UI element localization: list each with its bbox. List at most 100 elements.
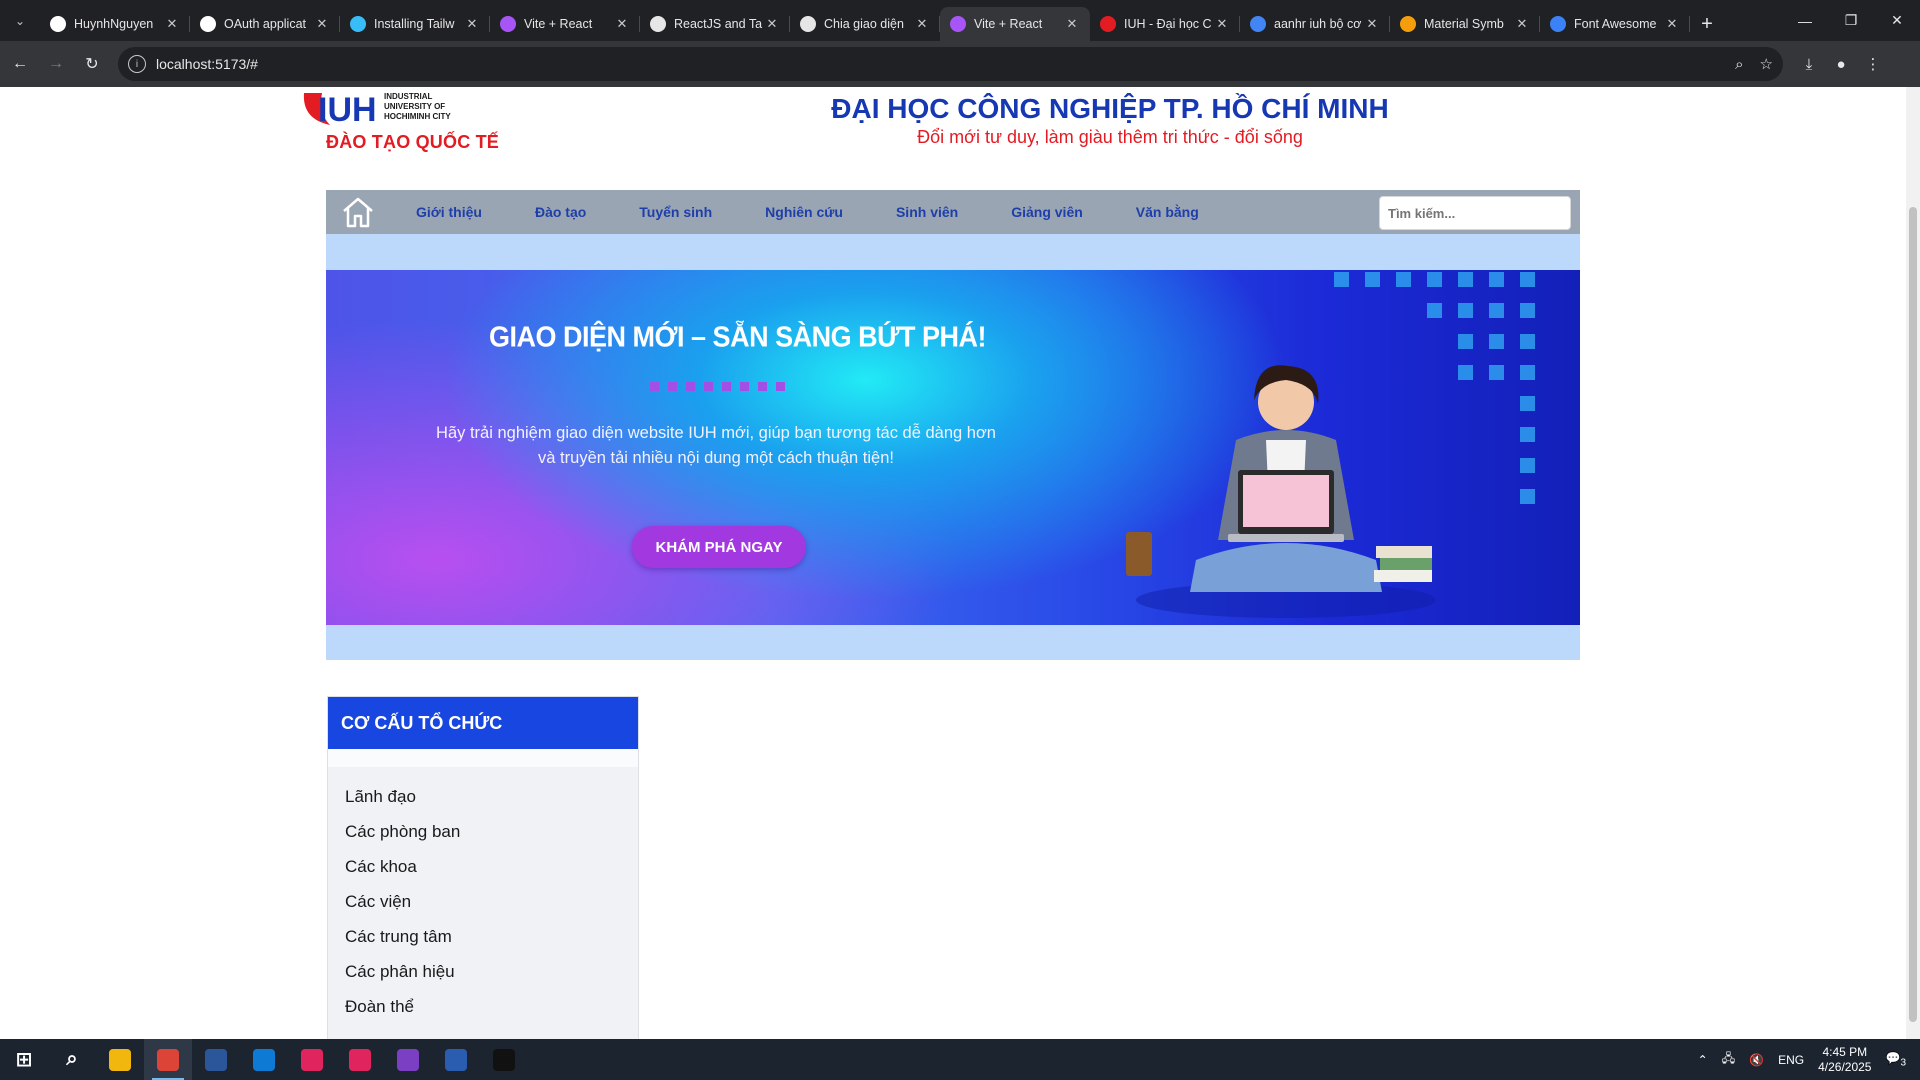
decorative-square bbox=[1489, 334, 1504, 349]
taskbar-app[interactable]: ⊞ bbox=[0, 1039, 48, 1080]
language-indicator[interactable]: ENG bbox=[1778, 1053, 1804, 1067]
close-tab-icon[interactable]: ✕ bbox=[1364, 16, 1380, 32]
nav-item[interactable]: Sinh viên bbox=[896, 204, 958, 220]
github-icon bbox=[200, 16, 216, 32]
org-structure-item[interactable]: Lãnh đạo bbox=[345, 779, 638, 814]
menu-kebab-icon[interactable]: ⋮ bbox=[1857, 48, 1889, 80]
close-tab-icon[interactable]: ✕ bbox=[464, 16, 480, 32]
taskbar-app[interactable] bbox=[96, 1039, 144, 1080]
clock-time: 4:45 PM bbox=[1822, 1044, 1868, 1059]
org-structure-item[interactable]: Các trung tâm bbox=[345, 919, 638, 954]
student-laptop-illustration bbox=[1126, 365, 1436, 618]
system-tray: ⌃ 🖧 🔇 ENG 4:45 PM 4/26/2025 💬3 bbox=[1698, 1039, 1920, 1080]
nav-item[interactable]: Nghiên cứu bbox=[765, 204, 843, 220]
hero-banner: GIAO DIỆN MỚI – SẴN SÀNG BỨT PHÁ! Hãy tr… bbox=[326, 270, 1580, 625]
decorative-square bbox=[1520, 365, 1535, 380]
new-tab-button[interactable]: + bbox=[1690, 7, 1724, 41]
browser-tab[interactable]: ReactJS and Ta ✕ bbox=[640, 7, 790, 41]
taskbar-app[interactable] bbox=[192, 1039, 240, 1080]
volume-muted-icon[interactable]: 🔇 bbox=[1749, 1053, 1764, 1067]
sync-icon bbox=[650, 16, 666, 32]
page-scrollbar[interactable] bbox=[1906, 87, 1920, 1039]
taskbar-app[interactable] bbox=[384, 1039, 432, 1080]
bookmark-star-icon[interactable]: ☆ bbox=[1760, 55, 1773, 73]
close-tab-icon[interactable]: ✕ bbox=[1664, 16, 1680, 32]
network-icon[interactable]: 🖧 bbox=[1722, 1049, 1735, 1070]
close-tab-icon[interactable]: ✕ bbox=[314, 16, 330, 32]
taskbar-app[interactable] bbox=[240, 1039, 288, 1080]
nav-item[interactable]: Đào tạo bbox=[535, 204, 586, 220]
browser-tab[interactable]: Vite + React ✕ bbox=[940, 7, 1090, 41]
org-structure-item[interactable]: Đoàn thể bbox=[345, 989, 638, 1024]
close-tab-icon[interactable]: ✕ bbox=[764, 16, 780, 32]
show-hidden-icons-icon[interactable]: ⌃ bbox=[1698, 1053, 1708, 1067]
clock-date: 4/26/2025 bbox=[1818, 1059, 1872, 1074]
browser-tab[interactable]: Font Awesome ✕ bbox=[1540, 7, 1690, 41]
back-icon[interactable]: ← bbox=[4, 48, 36, 80]
chrome-icon bbox=[157, 1048, 179, 1071]
university-slogan: Đổi mới tư duy, làm giàu thêm tri thức -… bbox=[917, 127, 1303, 147]
close-tab-icon[interactable]: ✕ bbox=[1064, 16, 1080, 32]
logo-mark: IUH bbox=[318, 91, 377, 129]
taskbar-app[interactable] bbox=[432, 1039, 480, 1080]
home-icon[interactable] bbox=[340, 194, 376, 230]
tab-search-icon[interactable]: ⌄ bbox=[0, 0, 40, 41]
minimize-icon[interactable]: — bbox=[1782, 0, 1828, 41]
close-tab-icon[interactable]: ✕ bbox=[1214, 16, 1230, 32]
fontawesome-icon bbox=[1550, 16, 1566, 32]
org-structure-item[interactable]: Các phòng ban bbox=[345, 814, 638, 849]
visual-studio-icon bbox=[397, 1048, 419, 1071]
taskbar-app[interactable] bbox=[144, 1039, 192, 1080]
close-tab-icon[interactable]: ✕ bbox=[164, 16, 180, 32]
url-text[interactable]: localhost:5173/# bbox=[156, 56, 1719, 72]
profile-avatar[interactable]: ● bbox=[1825, 48, 1857, 80]
browser-tab[interactable]: Material Symb ✕ bbox=[1390, 7, 1540, 41]
browser-tab[interactable]: Vite + React ✕ bbox=[490, 7, 640, 41]
explore-button[interactable]: KHÁM PHÁ NGAY bbox=[632, 526, 806, 568]
search-icon: ⌕ bbox=[66, 1048, 78, 1070]
org-structure-item[interactable]: Các phân hiệu bbox=[345, 954, 638, 989]
close-tab-icon[interactable]: ✕ bbox=[914, 16, 930, 32]
nav-item[interactable]: Giảng viên bbox=[1011, 204, 1083, 220]
banner-section: GIAO DIỆN MỚI – SẴN SÀNG BỨT PHÁ! Hãy tr… bbox=[326, 234, 1580, 660]
decorative-square bbox=[1520, 427, 1535, 442]
close-tab-icon[interactable]: ✕ bbox=[614, 16, 630, 32]
logo-line-2: UNIVERSITY OF bbox=[384, 102, 445, 111]
taskbar-app[interactable] bbox=[480, 1039, 528, 1080]
nav-item[interactable]: Giới thiệu bbox=[416, 204, 482, 220]
decorative-square bbox=[1458, 365, 1473, 380]
org-structure-item[interactable]: Các khoa bbox=[345, 849, 638, 884]
address-bar[interactable]: i localhost:5173/# ⌕ ☆ bbox=[118, 47, 1783, 81]
browser-tab[interactable]: aanhr iuh bộ cơ ✕ bbox=[1240, 7, 1390, 41]
browser-tab[interactable]: IUH - Đại học C ✕ bbox=[1090, 7, 1240, 41]
close-tab-icon[interactable]: ✕ bbox=[1514, 16, 1530, 32]
nav-item[interactable]: Tuyển sinh bbox=[639, 204, 712, 220]
decorative-square bbox=[1396, 272, 1411, 287]
decorative-square bbox=[1520, 334, 1535, 349]
browser-tab[interactable]: Chia giao diện ✕ bbox=[790, 7, 940, 41]
search-input[interactable] bbox=[1379, 196, 1571, 230]
org-structure-item[interactable]: Các viện bbox=[345, 884, 638, 919]
scrollbar-thumb[interactable] bbox=[1909, 207, 1917, 1022]
forward-icon[interactable]: → bbox=[40, 48, 72, 80]
browser-tab[interactable]: OAuth applicat ✕ bbox=[190, 7, 340, 41]
zoom-icon[interactable]: ⌕ bbox=[1735, 56, 1743, 73]
close-window-icon[interactable]: ✕ bbox=[1874, 0, 1920, 41]
taskbar-app[interactable] bbox=[288, 1039, 336, 1080]
taskbar-app[interactable]: ⌕ bbox=[48, 1039, 96, 1080]
nav-item[interactable]: Văn bằng bbox=[1136, 204, 1199, 220]
reload-icon[interactable]: ↻ bbox=[76, 48, 108, 80]
taskbar-app[interactable] bbox=[336, 1039, 384, 1080]
tailwind-icon bbox=[350, 16, 366, 32]
clock[interactable]: 4:45 PM 4/26/2025 bbox=[1818, 1045, 1871, 1075]
restore-icon[interactable]: ❐ bbox=[1828, 0, 1874, 41]
nav-menu: Giới thiệu Đào tạo Tuyển sinh Nghiên cứu Sin… bbox=[416, 204, 1252, 220]
browser-tab[interactable]: Installing Tailw ✕ bbox=[340, 7, 490, 41]
site-info-icon[interactable]: i bbox=[128, 55, 146, 73]
browser-tab[interactable]: HuynhNguyen ✕ bbox=[40, 7, 190, 41]
decorative-square bbox=[1458, 303, 1473, 318]
tab-title: IUH - Đại học C bbox=[1124, 17, 1212, 31]
decorative-square bbox=[1427, 272, 1442, 287]
download-icon[interactable]: ⤓ bbox=[1793, 48, 1825, 80]
notification-center-icon[interactable]: 💬3 bbox=[1885, 1051, 1906, 1068]
